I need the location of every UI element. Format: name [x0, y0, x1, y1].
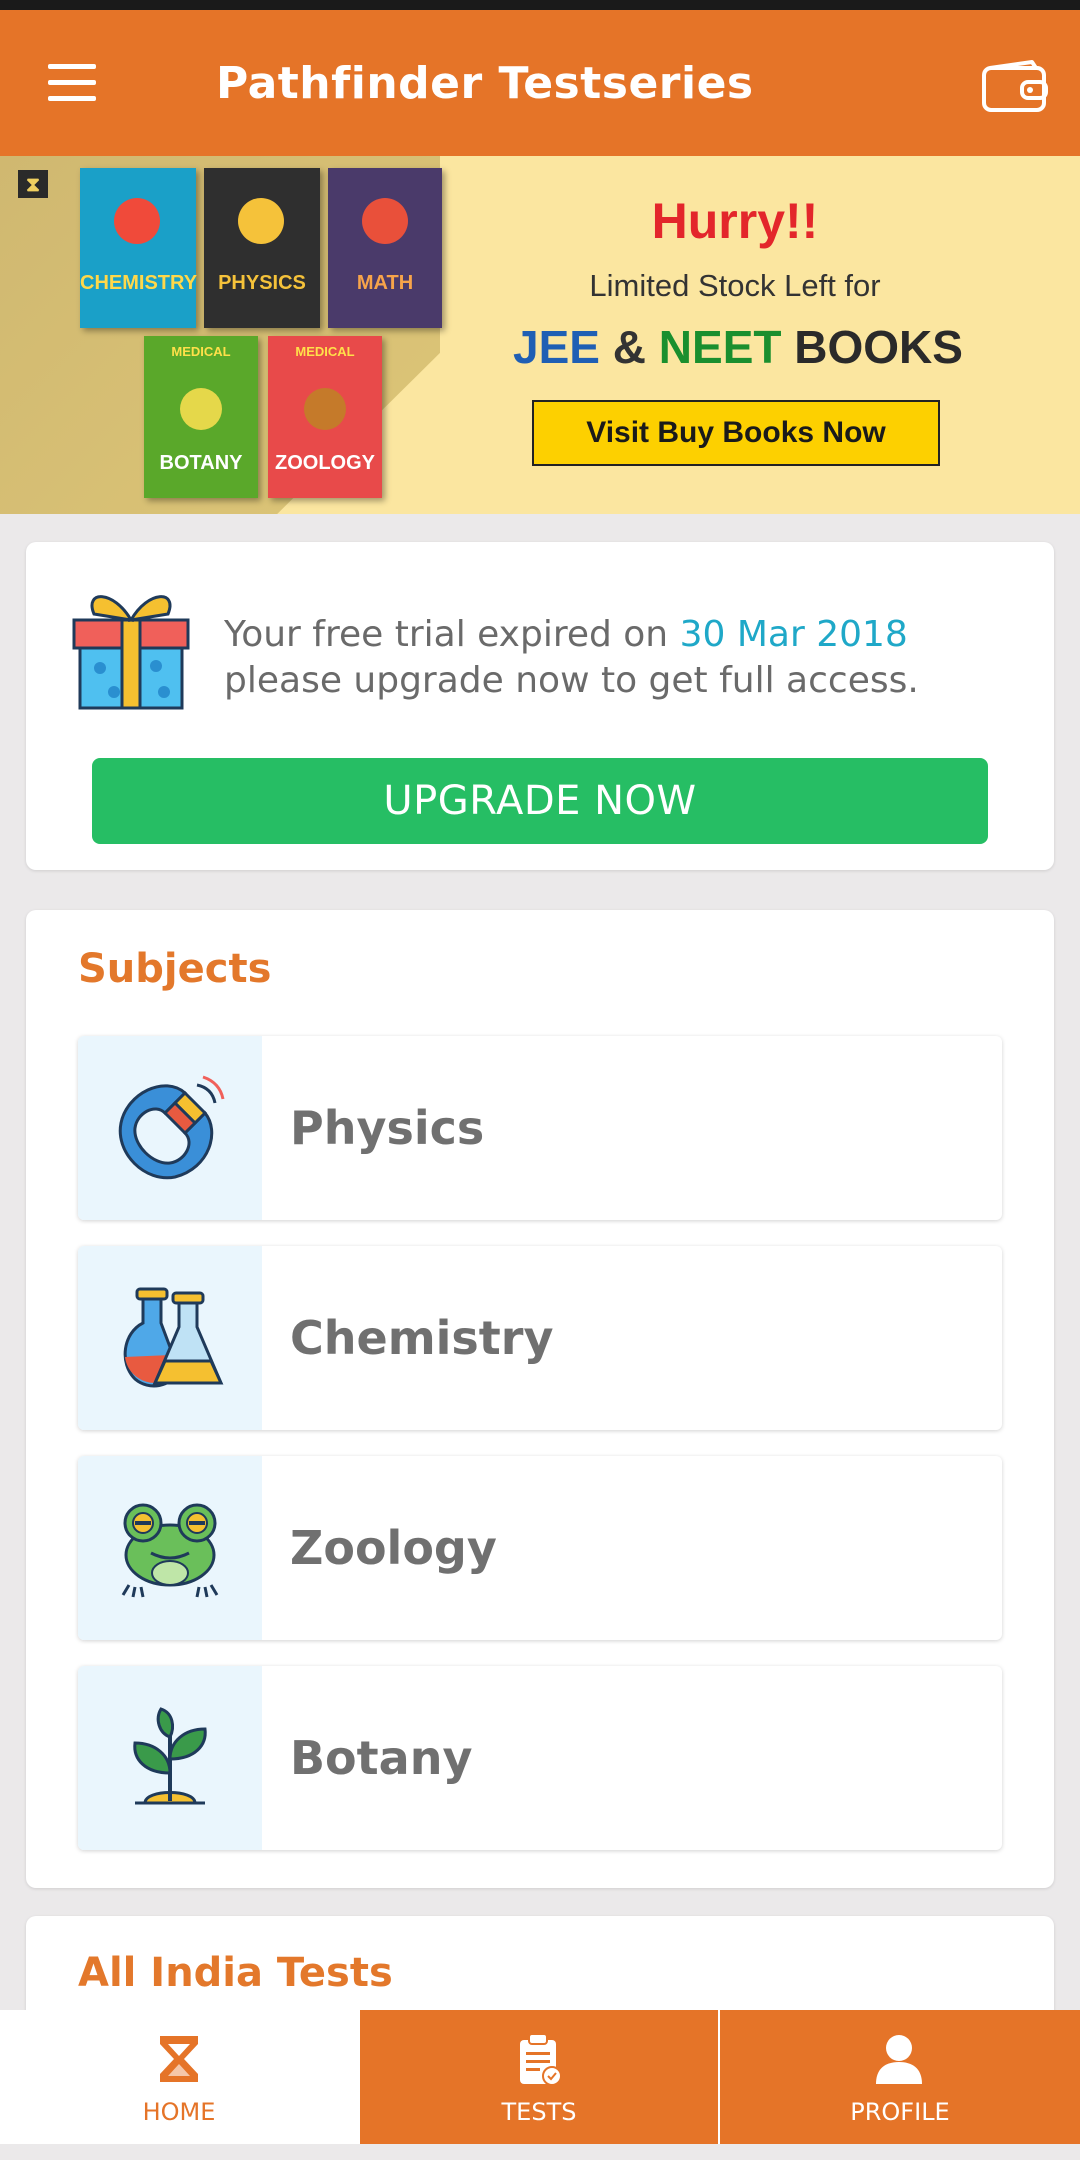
all-india-tests-title: All India Tests	[78, 1950, 393, 1996]
gift-icon	[72, 595, 190, 710]
app-bar: Pathfinder Testseries	[0, 10, 1080, 156]
user-icon	[876, 2035, 922, 2084]
promo-banner[interactable]: ⧗ CHEMISTRY PHYSICS MATH MEDICAL BOTANY …	[0, 156, 1080, 514]
subject-icon-bg	[78, 1456, 262, 1640]
upgrade-now-button[interactable]: UPGRADE NOW	[92, 758, 988, 844]
book-physics: PHYSICS	[204, 168, 320, 328]
trial-message-suffix: please upgrade now to get full access.	[224, 660, 919, 701]
nav-home-label: HOME	[142, 2098, 216, 2126]
subject-label-physics: Physics	[290, 1101, 485, 1155]
banner-amp: &	[612, 321, 647, 373]
subject-item-chemistry[interactable]: Chemistry	[78, 1246, 1002, 1430]
subject-label-botany: Botany	[290, 1731, 473, 1785]
subject-label-zoology: Zoology	[290, 1521, 497, 1575]
book-math: MATH	[328, 168, 442, 328]
banner-subheadline: Limited Stock Left for	[589, 268, 881, 303]
subject-icon-bg	[78, 1666, 262, 1850]
wallet-icon[interactable]	[980, 58, 1050, 116]
trial-card: Your free trial expired on 30 Mar 2018 p…	[26, 542, 1054, 870]
book-botany: MEDICAL BOTANY	[144, 336, 258, 498]
subject-icon-bg	[78, 1246, 262, 1430]
subjects-card: Subjects Physics Chemistry Zoology Botan…	[26, 910, 1054, 1888]
subject-icon-bg	[78, 1036, 262, 1220]
subject-item-zoology[interactable]: Zoology	[78, 1456, 1002, 1640]
banner-neet: NEET	[658, 321, 782, 373]
book-zoology: MEDICAL ZOOLOGY	[268, 336, 382, 498]
status-bar	[0, 0, 1080, 10]
brand-logo-icon: ⧗	[18, 170, 48, 198]
bottom-navigation: HOME TESTS PROFILE	[0, 2010, 1080, 2144]
visit-buy-books-button[interactable]: Visit Buy Books Now	[532, 400, 940, 466]
trial-message-prefix: Your free trial expired on	[224, 614, 669, 655]
subject-item-botany[interactable]: Botany	[78, 1666, 1002, 1850]
system-nav-strip	[0, 2144, 1080, 2160]
app-title: Pathfinder Testseries	[216, 58, 754, 109]
frog-icon	[121, 1503, 219, 1598]
banner-headline: Hurry!!	[651, 193, 819, 249]
nav-tests-label: TESTS	[501, 2098, 577, 2126]
plant-icon	[133, 1707, 207, 1805]
menu-icon[interactable]	[44, 62, 100, 104]
subject-item-physics[interactable]: Physics	[78, 1036, 1002, 1220]
banner-books-line: JEE & NEET BOOKS	[468, 320, 1008, 374]
trial-expiry-date: 30 Mar 2018	[679, 614, 908, 655]
subject-label-chemistry: Chemistry	[290, 1311, 554, 1365]
subjects-title: Subjects	[78, 946, 272, 992]
nav-home[interactable]: HOME	[0, 2010, 358, 2144]
nav-tests[interactable]: TESTS	[360, 2010, 718, 2144]
banner-books-word: BOOKS	[794, 321, 963, 373]
trial-message: Your free trial expired on 30 Mar 2018 p…	[224, 612, 1024, 704]
nav-profile[interactable]: PROFILE	[720, 2010, 1080, 2144]
magnet-icon	[118, 1075, 225, 1180]
hourglass-icon	[160, 2036, 198, 2082]
banner-jee: JEE	[513, 321, 600, 373]
flask-icon	[123, 1287, 224, 1388]
clipboard-icon	[520, 2033, 562, 2086]
nav-profile-label: PROFILE	[850, 2098, 950, 2126]
book-chemistry: CHEMISTRY	[80, 168, 197, 328]
